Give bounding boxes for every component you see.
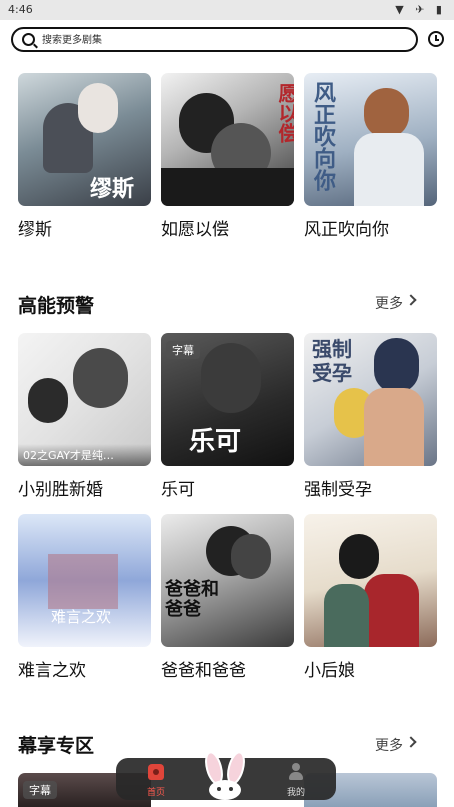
search-icon [22,33,35,46]
drama-cover[interactable]: 难言之欢 [18,514,151,647]
drama-card[interactable]: 愿以偿 如愿以偿 [161,73,294,240]
drama-card[interactable]: 小后娘 [304,514,437,681]
cover-title-text: 愿以偿 [275,83,294,143]
drama-title: 风正吹向你 [304,220,389,240]
tab-me[interactable]: 我的 [266,758,326,800]
drama-title: 乐可 [161,480,195,500]
tab-me-label: 我的 [286,788,305,798]
subtitle-badge: 字幕 [23,781,57,799]
drama-cover[interactable]: 爸爸和爸爸 [161,514,294,647]
drama-card[interactable]: 字幕 乐可 乐可 [161,333,294,500]
drama-cover[interactable]: 字幕 乐可 [161,333,294,466]
drama-cover[interactable]: 风正吹向你 [304,73,437,206]
drama-title: 小别胜新婚 [18,480,103,500]
chevron-right-icon [405,294,417,306]
drama-cover[interactable]: 愿以偿 [161,73,294,206]
history-clock-icon[interactable] [428,31,444,47]
bunny-mascot-icon[interactable] [200,752,250,800]
drama-card[interactable]: 缪斯 缪斯 [18,73,151,240]
drama-cover[interactable]: 缪斯 [18,73,151,206]
search-bar[interactable] [11,27,418,52]
home-icon [148,764,164,780]
drama-title: 爸爸和爸爸 [161,661,246,681]
cover-title-text: 风正吹向你 [310,81,336,191]
drama-card[interactable]: 难言之欢 难言之欢 [18,514,151,681]
cover-title-text: 缪斯 [90,176,135,202]
drama-cover[interactable] [304,514,437,647]
drama-title: 如愿以偿 [161,220,229,240]
chevron-right-icon [405,736,417,748]
status-time: 4:46 [8,3,33,16]
drama-card[interactable]: 强制受孕 强制受孕 [304,333,437,500]
more-link-enjoy[interactable]: 更多 [375,735,417,755]
search-input[interactable] [42,32,402,48]
more-link-warning[interactable]: 更多 [375,293,417,313]
cover-title-text: 爸爸和爸爸 [165,579,219,620]
drama-title: 难言之欢 [18,661,86,681]
cover-title-text: 乐可 [189,427,242,457]
cover-overlay-text: 02之GAY才是纯… [18,444,151,466]
drama-card[interactable]: 爸爸和爸爸 爸爸和爸爸 [161,514,294,681]
tab-home-label: 首页 [146,788,165,798]
drama-cover[interactable]: 02之GAY才是纯… [18,333,151,466]
cover-title-text: 强制受孕 [312,337,352,385]
cover-title-text: 难言之欢 [51,608,112,626]
drama-cover[interactable]: 强制受孕 [304,333,437,466]
drama-card[interactable]: 风正吹向你 风正吹向你 [304,73,437,240]
more-label: 更多 [375,738,403,754]
more-label: 更多 [375,296,403,312]
section-title-enjoy: 幕享专区 [18,735,95,757]
status-bar: 4:46 ▼ ✈ ▮ [0,0,454,20]
user-icon [289,763,303,781]
subtitle-badge: 字幕 [166,341,200,359]
section-title-warning: 高能预警 [18,295,95,317]
drama-title: 强制受孕 [304,480,372,500]
tab-home[interactable]: 首页 [126,758,186,800]
drama-title: 小后娘 [304,661,355,681]
drama-title: 缪斯 [18,220,52,240]
status-icons: ▼ ✈ ▮ [395,3,446,16]
drama-card[interactable]: 02之GAY才是纯… 小别胜新婚 [18,333,151,500]
